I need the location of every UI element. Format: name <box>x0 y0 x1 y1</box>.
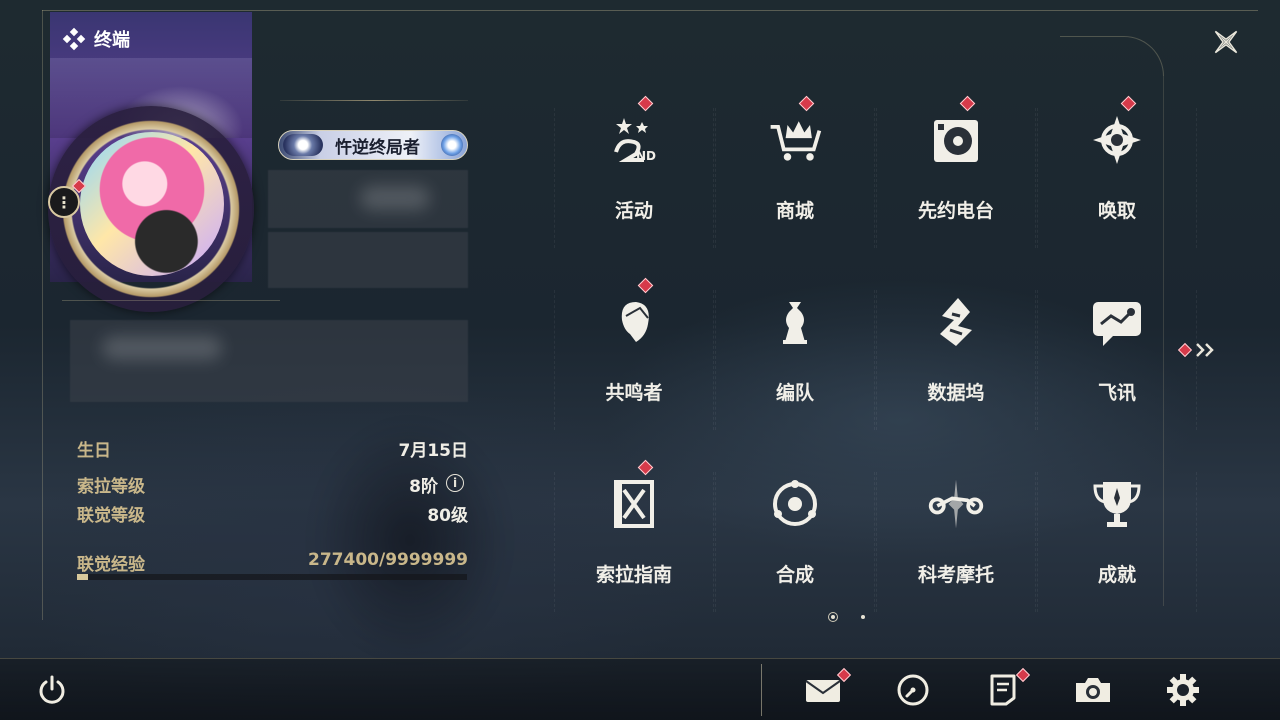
name-divider <box>280 100 468 101</box>
menu-item-label: 科考摩托 <box>917 564 994 586</box>
title-plate[interactable]: 忤逆终局者 <box>278 130 468 160</box>
menu-item-label: 先约电台 <box>917 200 994 222</box>
menu-item-label: 编队 <box>775 382 814 404</box>
page-indicator-dot[interactable] <box>861 615 865 619</box>
union-level-label: 联觉等级 <box>77 506 145 526</box>
page-indicator-active[interactable] <box>828 612 838 622</box>
menu-item-motorcycle[interactable]: 科考摩托 <box>876 462 1036 612</box>
resonator-portrait-icon <box>604 292 664 352</box>
menu-item-synthesis[interactable]: 合成 <box>715 462 875 612</box>
title-plate-portrait-icon <box>283 134 323 156</box>
message-chat-icon <box>1087 292 1147 352</box>
avatar-more-button[interactable]: ⋮ <box>48 186 80 218</box>
power-button[interactable] <box>30 668 74 712</box>
menu-item-label: 共鸣者 <box>605 382 663 404</box>
menu-item-label: 成就 <box>1097 564 1136 586</box>
menu-item-label: 商城 <box>775 200 814 222</box>
menu-item-label: 活动 <box>614 200 653 222</box>
signature-area <box>70 320 468 402</box>
menu-item-shop-crown-cart[interactable]: 商城 <box>715 95 875 248</box>
menu-item-team-chess[interactable]: 编队 <box>715 280 875 430</box>
menu-item-label: 数据坞 <box>927 382 985 404</box>
next-page-badge <box>1177 342 1193 358</box>
avatar[interactable] <box>80 132 224 276</box>
next-page-button[interactable] <box>1177 338 1224 362</box>
synthesis-icon <box>765 474 825 534</box>
clock-dial-icon <box>897 674 929 706</box>
birthday-value: 7月15日 <box>398 441 469 461</box>
title-plate-orb-icon <box>441 134 463 156</box>
menu-item-event-2nd-anniversary[interactable]: ND 活动 <box>554 95 714 248</box>
guidebook-icon <box>604 474 664 534</box>
close-button[interactable] <box>1208 24 1244 60</box>
title-plate-text: 忤逆终局者 <box>335 137 420 158</box>
signature-blurred <box>102 336 222 360</box>
union-exp-bar-fill <box>77 574 88 580</box>
union-level-value: 80级 <box>427 506 468 526</box>
terminal-title: 终端 <box>62 26 130 52</box>
union-exp-bar <box>77 574 467 580</box>
frame-top-line <box>42 10 1258 11</box>
photo-button[interactable] <box>1071 668 1115 712</box>
union-exp-value: 277400/9999999 <box>308 550 468 570</box>
menu-item-data-bank[interactable]: 数据坞 <box>876 280 1036 430</box>
sola-level-value: 8阶 <box>409 477 438 497</box>
info-icon[interactable]: i <box>446 474 464 492</box>
player-id-area <box>268 232 468 288</box>
menu-item-guidebook[interactable]: 索拉指南 <box>554 459 714 612</box>
player-name-blurred <box>360 186 430 210</box>
frame-left-line <box>42 10 43 620</box>
menu-item-trophy[interactable]: 成就 <box>1037 462 1197 612</box>
motorcycle-icon <box>926 474 986 534</box>
settings-button[interactable] <box>1161 668 1205 712</box>
terminal-label: 终端 <box>94 30 130 51</box>
notice-document-icon <box>990 674 1016 706</box>
svg-text:ND: ND <box>636 149 656 163</box>
menu-item-radio-turntable[interactable]: 先约电台 <box>876 95 1036 248</box>
sola-level-label: 索拉等级 <box>77 477 145 497</box>
team-chess-icon <box>765 292 825 352</box>
menu-item-resonator-portrait[interactable]: 共鸣者 <box>554 277 714 430</box>
menu-item-label: 索拉指南 <box>595 564 672 586</box>
event-2nd-anniversary-icon: ND <box>604 110 664 170</box>
mail-icon <box>805 680 841 702</box>
trophy-icon <box>1087 474 1147 534</box>
power-icon <box>39 675 65 704</box>
playtime-button[interactable] <box>891 668 935 712</box>
birthday-label: 生日 <box>77 441 111 461</box>
union-exp-label: 联觉经验 <box>77 555 145 575</box>
gear-icon <box>1167 674 1199 706</box>
close-star-icon <box>1214 30 1238 54</box>
profile-divider <box>62 300 280 301</box>
menu-item-convene-compass[interactable]: 唤取 <box>1037 95 1197 248</box>
camera-icon <box>1076 678 1110 702</box>
menu-item-label: 合成 <box>775 564 814 586</box>
menu-item-message-chat[interactable]: 飞讯 <box>1037 280 1197 430</box>
terminal-diamond-icon <box>62 27 86 51</box>
shop-crown-cart-icon <box>765 110 825 170</box>
double-chevron-right-icon <box>1196 343 1214 357</box>
radio-turntable-icon <box>926 110 986 170</box>
menu-item-label: 唤取 <box>1097 200 1136 222</box>
background-character-silhouette <box>250 380 570 700</box>
data-bank-icon <box>926 292 986 352</box>
convene-compass-icon <box>1087 110 1147 170</box>
bottom-bar-separator <box>761 664 762 716</box>
menu-item-label: 飞讯 <box>1097 382 1136 404</box>
